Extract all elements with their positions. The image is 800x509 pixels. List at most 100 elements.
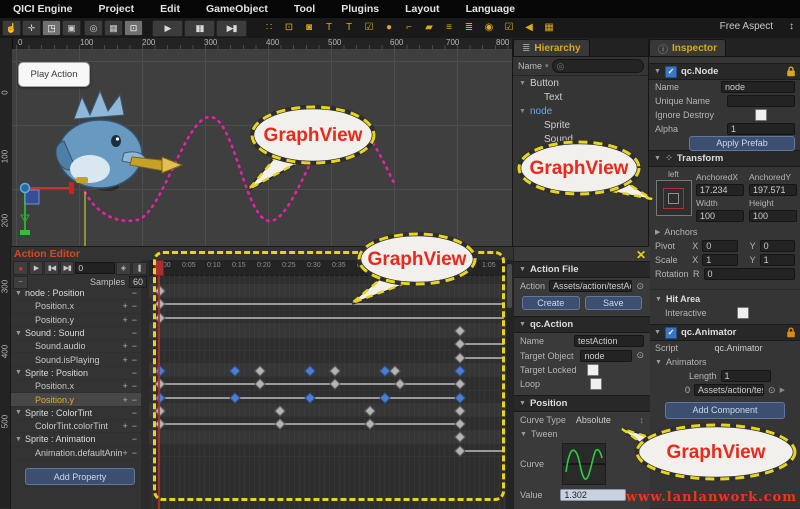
qc-action-header[interactable]: ▼ qc.Action bbox=[514, 316, 650, 333]
zoom-icon[interactable]: ◎ bbox=[84, 20, 103, 36]
character-sprite[interactable] bbox=[56, 91, 182, 191]
track-row-position-y[interactable]: Position.y+− bbox=[11, 393, 141, 406]
move-tool-icon[interactable]: ✛ bbox=[22, 20, 41, 36]
track-row-animation-defaultanima[interactable]: Animation.defaultAnima+− bbox=[11, 447, 141, 460]
add-property-button[interactable]: Add Property bbox=[25, 468, 135, 485]
track-row-sprite-colortint[interactable]: ▼Sprite : ColorTint− bbox=[11, 407, 141, 420]
component-enabled-checkbox[interactable]: ✓ bbox=[665, 327, 677, 339]
keyframe-diamond[interactable] bbox=[154, 299, 165, 310]
qc-node-header[interactable]: ▼ ✓ qc.Node bbox=[649, 63, 800, 80]
node-icon[interactable]: ∷ bbox=[260, 20, 278, 35]
remove-button[interactable]: − bbox=[132, 355, 137, 365]
keyframe-diamond[interactable] bbox=[254, 365, 265, 376]
menu-item-edit[interactable]: Edit bbox=[147, 3, 193, 15]
menu-item-qici-engine[interactable]: QICI Engine bbox=[0, 3, 86, 15]
keyframe-diamond[interactable] bbox=[454, 352, 465, 363]
action-file-header[interactable]: ▼ Action File bbox=[514, 261, 650, 278]
keyframe-diamond[interactable] bbox=[154, 419, 165, 430]
remove-button[interactable]: − bbox=[132, 368, 137, 378]
rect-select-icon[interactable]: ⊡ bbox=[124, 20, 143, 36]
play-button[interactable]: ▶ bbox=[152, 20, 183, 37]
scene-view[interactable]: Play Action bbox=[12, 49, 512, 246]
width-field[interactable]: 100 bbox=[696, 210, 744, 222]
action-path-field[interactable]: Assets/action/testActio bbox=[549, 280, 632, 292]
remove-button[interactable]: − bbox=[132, 395, 137, 405]
sound-icon[interactable]: ◀ bbox=[520, 20, 538, 35]
keyframe-diamond[interactable] bbox=[394, 379, 405, 390]
keyframe-diamond[interactable] bbox=[454, 432, 465, 443]
keyframe-diamond[interactable] bbox=[304, 392, 315, 403]
hierarchy-item-button[interactable]: ▼Button bbox=[513, 76, 649, 90]
remove-button[interactable]: − bbox=[132, 301, 137, 311]
scale-tool-icon[interactable]: ◳ bbox=[42, 20, 61, 36]
remove-button[interactable]: − bbox=[132, 328, 137, 338]
checkbox-icon[interactable]: ☑ bbox=[500, 20, 518, 35]
scale-y-field[interactable]: 1 bbox=[760, 254, 795, 266]
keyframe-diamond[interactable] bbox=[379, 392, 390, 403]
collapse-arrow-icon[interactable]: ▼ bbox=[519, 321, 526, 328]
aspect-dropdown[interactable]: Free Aspect ↕ bbox=[720, 21, 794, 32]
collapse-arrow-icon[interactable]: ▼ bbox=[520, 431, 527, 438]
keyframe-diamond[interactable] bbox=[454, 445, 465, 456]
tree-arrow-icon[interactable]: ▼ bbox=[519, 108, 530, 115]
rotation-field[interactable]: 0 bbox=[704, 268, 796, 280]
target-object-field[interactable]: node bbox=[580, 350, 632, 362]
timeline-row[interactable] bbox=[149, 364, 506, 377]
timeline-scrollbar[interactable] bbox=[506, 260, 513, 509]
menu-item-layout[interactable]: Layout bbox=[392, 3, 452, 15]
anchoredy-field[interactable]: 197.571 bbox=[749, 184, 797, 196]
hierarchy-item-text[interactable]: Text bbox=[513, 90, 649, 104]
lock-icon[interactable] bbox=[786, 66, 796, 77]
interactive-checkbox[interactable] bbox=[737, 307, 749, 319]
pivot-x-field[interactable]: 0 bbox=[702, 240, 737, 252]
text-icon[interactable]: T bbox=[320, 20, 338, 35]
tile-icon[interactable]: ▦ bbox=[540, 20, 558, 35]
rect-tool-icon[interactable]: ▣ bbox=[62, 20, 81, 36]
x-axis-knob[interactable] bbox=[69, 182, 74, 194]
add-event-icon[interactable]: ❚ bbox=[132, 262, 147, 275]
filter-dropdown-icon[interactable]: ▾ bbox=[545, 62, 549, 70]
component-enabled-checkbox[interactable]: ✓ bbox=[665, 66, 677, 78]
track-row-sound-audio[interactable]: Sound.audio+− bbox=[11, 340, 141, 353]
pause-button[interactable]: ▮▮ bbox=[184, 20, 215, 37]
add-key-button[interactable]: + bbox=[122, 301, 127, 311]
updown-arrow-icon[interactable]: ↕ bbox=[640, 415, 645, 425]
list-icon[interactable]: ≡ bbox=[440, 20, 458, 35]
y-axis-knob[interactable] bbox=[20, 230, 30, 235]
add-key-button[interactable]: + bbox=[122, 315, 127, 325]
remove-button[interactable]: − bbox=[132, 448, 137, 458]
remove-button[interactable]: − bbox=[132, 315, 137, 325]
menu-item-plugins[interactable]: Plugins bbox=[328, 3, 392, 15]
timeline-row[interactable] bbox=[149, 444, 506, 457]
anchor-preset[interactable]: left bbox=[653, 170, 694, 222]
collapse-arrow-icon[interactable]: ▼ bbox=[654, 329, 661, 336]
timeline-row[interactable] bbox=[149, 311, 506, 324]
remove-button[interactable]: − bbox=[132, 434, 137, 444]
track-row-colortint-colortint[interactable]: ColorTint.colorTint+− bbox=[11, 420, 141, 433]
tree-arrow-icon[interactable]: ▼ bbox=[15, 369, 22, 376]
timeline-row[interactable] bbox=[149, 404, 506, 417]
timeline-row[interactable] bbox=[149, 378, 506, 391]
remove-button[interactable]: − bbox=[132, 288, 137, 298]
add-key-button[interactable]: + bbox=[122, 395, 127, 405]
keyframe-diamond[interactable] bbox=[454, 339, 465, 350]
add-key-button[interactable]: + bbox=[122, 355, 127, 365]
expand-arrow-icon[interactable]: ▶ bbox=[780, 386, 785, 394]
menu-item-language[interactable]: Language bbox=[453, 3, 529, 15]
keyframe-diamond[interactable] bbox=[154, 405, 165, 416]
keyframe-diamond[interactable] bbox=[154, 379, 165, 390]
add-key-button[interactable]: + bbox=[122, 421, 127, 431]
search-input[interactable]: ◎ bbox=[552, 59, 644, 73]
frame-icon[interactable]: ⊡ bbox=[280, 20, 298, 35]
remove-button[interactable]: − bbox=[132, 408, 137, 418]
keyframe-diamond[interactable] bbox=[454, 405, 465, 416]
timeline-row[interactable] bbox=[149, 351, 506, 364]
save-button[interactable]: Save bbox=[585, 296, 643, 310]
object-picker-icon[interactable]: ⊙ bbox=[636, 281, 644, 292]
scale-x-field[interactable]: 1 bbox=[702, 254, 737, 266]
keyframe-diamond[interactable] bbox=[364, 419, 375, 430]
timeline-row[interactable] bbox=[149, 284, 506, 297]
object-picker-icon[interactable]: ⊙ bbox=[768, 385, 776, 396]
track-row-node-position[interactable]: ▼node : Position− bbox=[11, 287, 141, 300]
grid-icon[interactable]: ▦ bbox=[104, 20, 123, 36]
